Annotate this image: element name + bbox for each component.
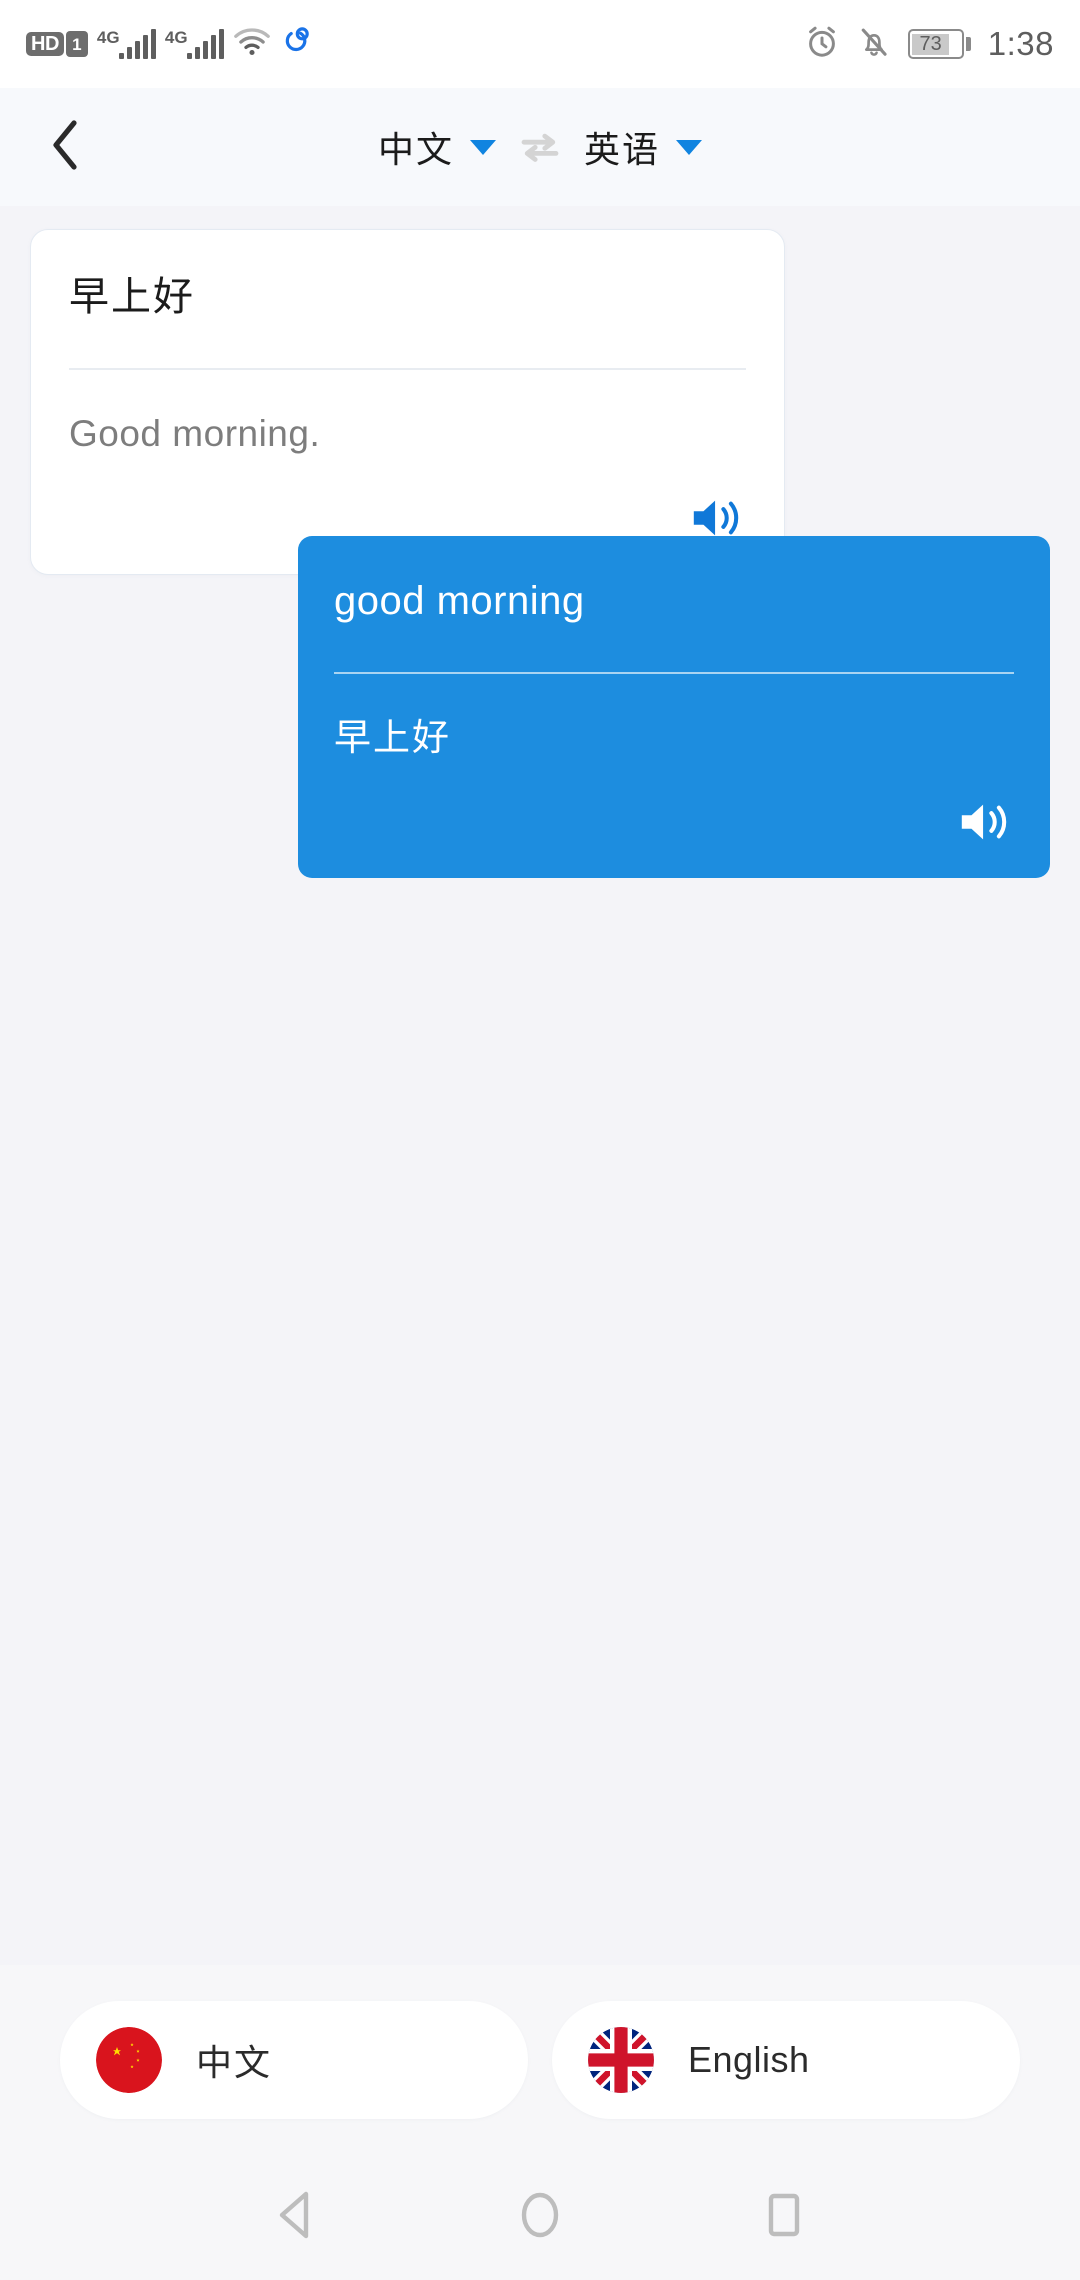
- app-screen: HD 1 4G 4G 73 1:38 中文 英语 早上好 Good mornin…: [0, 0, 1080, 2280]
- card-divider: [334, 672, 1014, 674]
- battery-icon: 73: [907, 29, 971, 59]
- signal-strength-1-icon: 4G: [96, 28, 156, 59]
- volte-hd-icon: HD 1: [26, 31, 88, 57]
- target-language-label: 英语: [584, 129, 661, 170]
- speaker-icon[interactable]: [956, 796, 1014, 848]
- source-language-selector[interactable]: 中文: [378, 121, 496, 173]
- translation-card-left[interactable]: 早上好 Good morning.: [30, 229, 785, 575]
- nav-home-icon: [516, 2189, 564, 2246]
- status-bar-left: HD 1 4G 4G: [26, 26, 314, 63]
- flag-china-icon: [96, 2027, 162, 2093]
- sync-icon: [280, 26, 314, 63]
- nav-back-button[interactable]: [256, 2178, 336, 2258]
- flag-uk-icon: [588, 2027, 654, 2093]
- language-button-label: English: [688, 2039, 810, 2080]
- signal-strength-2-icon: 4G: [164, 28, 224, 59]
- network-type-1-label: 4G: [96, 28, 120, 47]
- status-bar-right: 73 1:38: [804, 24, 1054, 65]
- language-action-bar: 中文 English: [0, 1965, 1080, 2155]
- wifi-icon: [233, 27, 271, 62]
- volte-hd-label: HD: [26, 32, 64, 56]
- alarm-clock-icon: [804, 24, 840, 65]
- card-translated-text: 早上好: [334, 716, 451, 758]
- caret-down-icon-source: [470, 139, 496, 155]
- swap-horizontal-icon[interactable]: [518, 131, 562, 163]
- language-switcher: 中文 英语: [0, 121, 1080, 173]
- card-source-text: good morning: [334, 579, 585, 623]
- card-divider: [69, 368, 746, 370]
- clock-label: 1:38: [987, 25, 1054, 62]
- signal-bars-2: [186, 29, 224, 59]
- nav-back-icon: [272, 2189, 320, 2246]
- card-translated-text: Good morning.: [69, 412, 321, 454]
- target-language-selector[interactable]: 英语: [584, 121, 703, 173]
- language-button-label: 中文: [196, 2042, 273, 2083]
- card-actions: [334, 796, 1014, 848]
- source-language-label: 中文: [377, 129, 454, 170]
- chevron-left-icon: [46, 117, 86, 178]
- status-bar: HD 1 4G 4G 73 1:38: [0, 0, 1080, 88]
- conversation-area: 早上好 Good morning. good morning 早上好: [0, 206, 1080, 1965]
- nav-recents-button[interactable]: [744, 2178, 824, 2258]
- language-button-chinese[interactable]: 中文: [60, 2001, 528, 2119]
- battery-percent-label: 73: [912, 33, 949, 55]
- nav-home-button[interactable]: [500, 2178, 580, 2258]
- translation-card-right[interactable]: good morning 早上好: [298, 536, 1050, 878]
- android-navigation-bar: [0, 2155, 1080, 2280]
- nav-recents-icon: [760, 2189, 808, 2246]
- card-source-text: 早上好: [69, 275, 195, 319]
- caret-down-icon-target: [676, 139, 703, 155]
- back-button[interactable]: [34, 115, 98, 179]
- language-button-english[interactable]: English: [552, 2001, 1020, 2119]
- sim-slot-label: 1: [65, 31, 88, 57]
- signal-bars-1: [118, 29, 156, 59]
- network-type-2-label: 4G: [164, 28, 188, 47]
- app-header: 中文 英语: [0, 88, 1080, 206]
- bell-muted-icon: [857, 24, 891, 65]
